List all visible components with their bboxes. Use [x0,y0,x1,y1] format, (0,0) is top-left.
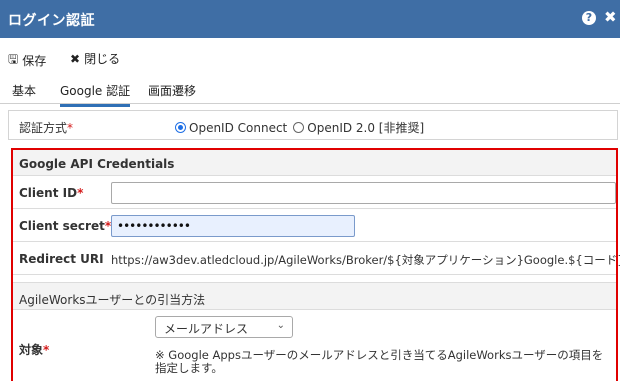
save-icon: 🖫 [8,52,19,66]
radio-openid-2-label[interactable]: OpenID 2.0 [非推奨] [307,119,424,136]
save-button[interactable]: 🖫 保存 [8,50,46,71]
title-bar: ログイン認証 ? ✖ [0,0,620,38]
radio-openid-connect[interactable] [175,122,186,133]
tab-basic[interactable]: 基本 [12,82,36,99]
close-label: 閉じる [84,52,121,66]
help-icon[interactable]: ? [582,11,596,25]
close-x-icon: ✖ [70,51,81,66]
highlight-frame [11,148,618,381]
radio-openid-connect-label[interactable]: OpenID Connect [189,121,287,135]
radio-openid-2[interactable] [293,122,305,133]
close-button[interactable]: ✖ 閉じる [70,50,120,67]
save-label: 保存 [22,54,47,68]
auth-method-radios: OpenID Connect OpenID 2.0 [非推奨] [175,119,424,136]
auth-method-label: 認証方式* [19,121,74,135]
tab-google-auth[interactable]: Google 認証 [60,82,131,107]
auth-method-row: 認証方式* OpenID Connect OpenID 2.0 [非推奨] [8,110,618,140]
dialog-title: ログイン認証 [8,13,95,29]
close-icon[interactable]: ✖ [604,8,617,26]
toolbar: 🖫 保存 ✖ 閉じる [0,38,620,74]
tab-screen-transition[interactable]: 画面遷移 [148,82,196,99]
tab-bar: 基本 Google 認証 画面遷移 [0,74,620,107]
